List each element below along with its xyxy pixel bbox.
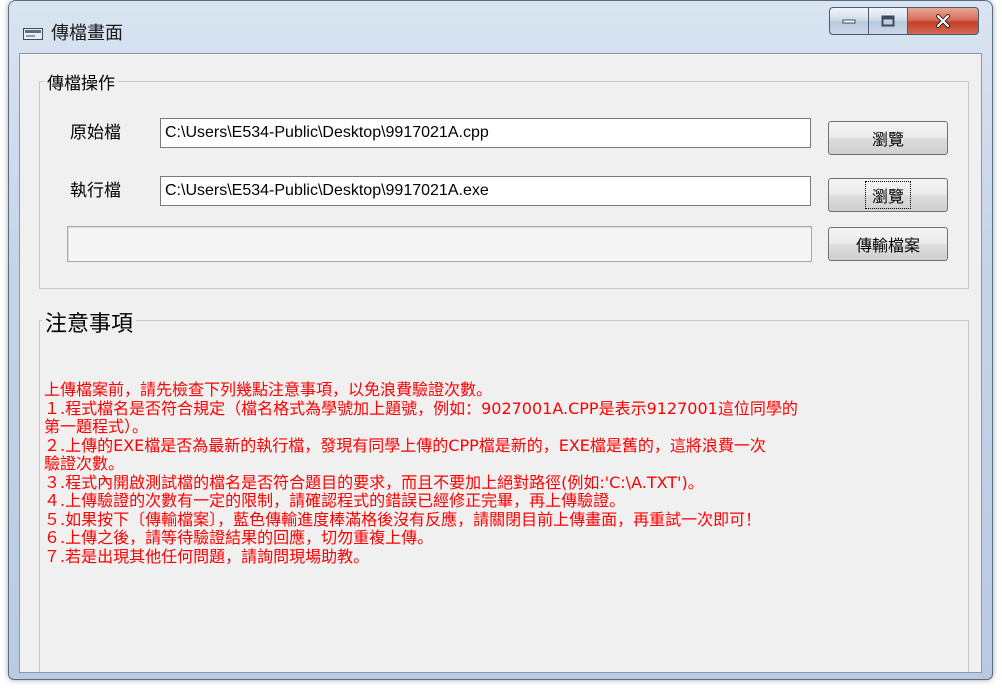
minimize-button[interactable] <box>829 7 869 35</box>
browse-exec-label: 瀏覽 <box>864 181 911 209</box>
upload-progress-bar <box>67 226 812 262</box>
browse-source-label: 瀏覽 <box>871 130 904 149</box>
note-line: ３.程式內開啟測試檔的檔名是否符合題目的要求，而且不要加上絕對路徑(例如:'C:… <box>44 472 704 492</box>
file-ops-legend: 傳檔操作 <box>44 69 118 94</box>
note-line: ６.上傳之後，請等待驗證結果的回應，切勿重複上傳。 <box>44 528 434 547</box>
app-icon <box>23 25 43 40</box>
file-ops-group: 傳檔操作 原始檔 C:\Users\E534-Public\Desktop\99… <box>39 69 969 289</box>
source-file-input[interactable]: C:\Users\E534-Public\Desktop\9917021A.cp… <box>160 118 811 148</box>
note-line: ２.上傳的EXE檔是否為最新的執行檔，發現有同學上傳的CPP檔是新的，EXE檔是… <box>44 435 766 455</box>
note-line: 第一題程式）。 <box>44 417 149 436</box>
exec-file-input[interactable]: C:\Users\E534-Public\Desktop\9917021A.ex… <box>160 176 811 206</box>
maximize-button[interactable] <box>868 7 908 35</box>
title-bar[interactable]: 傳檔畫面 <box>9 1 992 53</box>
source-file-label: 原始檔 <box>70 123 121 143</box>
note-line: ７.若是出現其他任何問題，請詢問現場助教。 <box>44 546 370 566</box>
minimize-icon <box>842 19 856 24</box>
upload-file-label: 傳輸檔案 <box>855 236 920 255</box>
note-line: 上傳檔案前，請先檢查下列幾點注意事項，以免浪費驗證次數。 <box>44 380 493 399</box>
notes-legend: 注意事項 <box>42 306 137 338</box>
notes-text: 上傳檔案前，請先檢查下列幾點注意事項，以免浪費驗證次數。 １.程式檔名是否符合規定… <box>44 380 989 566</box>
note-line: ５.如果按下〔傳輸檔案〕，藍色傳輸進度棒滿格後沒有反應，請關閉目前上傳畫面，再重… <box>44 509 762 529</box>
window-client-area: 傳檔操作 原始檔 C:\Users\E534-Public\Desktop\99… <box>19 53 982 673</box>
close-button[interactable] <box>907 7 979 35</box>
browse-exec-button[interactable]: 瀏覽 <box>828 178 948 212</box>
exec-file-label: 執行檔 <box>70 181 121 201</box>
note-line: ４.上傳驗證的次數有一定的限制，請確認程式的錯誤已經修正完畢，再上傳驗證。 <box>44 491 626 510</box>
upload-window: 傳檔畫面 傳檔操作 原始檔 C:\Users\E534-Public\Deskt… <box>8 0 993 680</box>
notes-group: 注意事項 上傳檔案前，請先檢查下列幾點注意事項，以免浪費驗證次數。 １.程式檔名是… <box>39 306 969 672</box>
note-line: 驗證次數。 <box>44 454 125 473</box>
note-line: １.程式檔名是否符合規定（檔名格式為學號加上題號，例如：9027001A.CPP… <box>44 398 798 418</box>
maximize-icon <box>881 15 895 27</box>
window-title: 傳檔畫面 <box>51 23 123 44</box>
close-icon <box>936 14 950 28</box>
upload-file-button[interactable]: 傳輸檔案 <box>828 227 948 261</box>
browse-source-button[interactable]: 瀏覽 <box>828 121 948 155</box>
